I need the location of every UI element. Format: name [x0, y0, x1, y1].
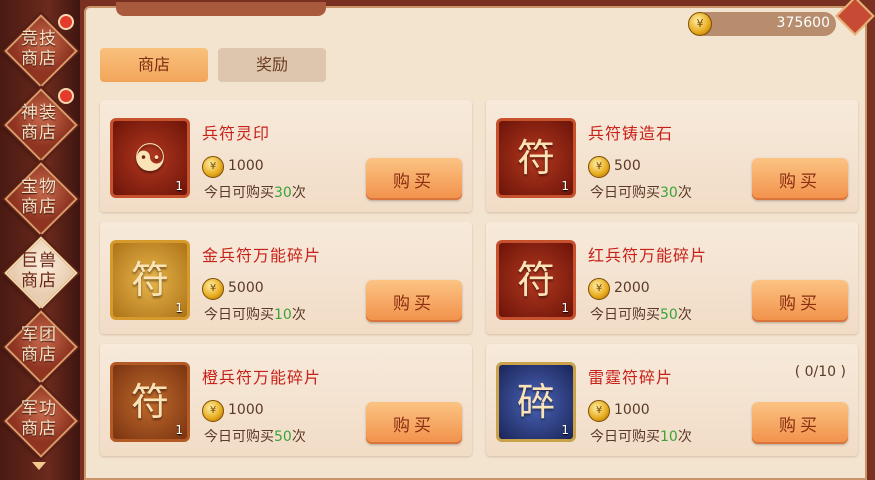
nav-label: 军团 商店: [21, 325, 57, 365]
limit-suffix: 次: [291, 307, 306, 323]
nav-label: 神装 商店: [21, 103, 57, 143]
item-count: 1: [175, 423, 183, 437]
limit-suffix: 次: [677, 429, 692, 445]
item-price: 5000: [228, 280, 264, 296]
purchase-limit: 今日可购买50次: [204, 426, 306, 446]
item-name: 金兵符万能碎片: [202, 246, 322, 265]
shop-item-card: ☯ 1 兵符灵印 ¥ 1000 今日可购买30次 购买: [100, 100, 472, 212]
limit-number: 50: [660, 307, 678, 323]
limit-prefix: 今日可购买: [590, 429, 660, 445]
purchase-limit: 今日可购买10次: [590, 426, 692, 446]
currency-display: ¥ 375600: [688, 12, 836, 36]
limit-prefix: 今日可购买: [590, 185, 660, 201]
limit-prefix: 今日可购买: [204, 429, 274, 445]
limit-number: 50: [274, 429, 292, 445]
item-count: 1: [175, 179, 183, 193]
shop-item-card: 符 1 橙兵符万能碎片 ¥ 1000 今日可购买50次 购买: [100, 344, 472, 456]
nav-arena-shop[interactable]: 竞技 商店: [4, 14, 78, 88]
item-name: 雷霆符碎片: [588, 368, 674, 387]
shop-category-sidebar: 竞技 商店 神装 商店 宝物 商店 巨兽 商店 军团 商店 军功 商店: [0, 0, 80, 480]
orange-fragment-icon[interactable]: 符 1: [110, 362, 190, 442]
buy-button[interactable]: 购买: [752, 158, 848, 200]
shop-item-card: 符 1 金兵符万能碎片 ¥ 5000 今日可购买10次 购买: [100, 222, 472, 334]
item-name: 兵符灵印: [202, 124, 271, 143]
item-price: 1000: [228, 158, 264, 174]
tab-rewards[interactable]: 奖励: [218, 48, 326, 82]
red-fragment-icon[interactable]: 符 1: [496, 240, 576, 320]
purchase-limit: 今日可购买10次: [204, 304, 306, 324]
item-price: 2000: [614, 280, 650, 296]
nav-merit-shop[interactable]: 军功 商店: [4, 384, 78, 458]
currency-amount: 375600: [776, 15, 830, 31]
item-name: 橙兵符万能碎片: [202, 368, 322, 387]
limit-number: 30: [660, 185, 678, 201]
gold-coin-icon: ¥: [202, 400, 224, 422]
item-price: 1000: [614, 402, 650, 418]
limit-prefix: 今日可购买: [204, 185, 274, 201]
corner-ornament-icon: [835, 0, 875, 36]
limit-prefix: 今日可购买: [590, 307, 660, 323]
item-price: 1000: [228, 402, 264, 418]
limit-number: 30: [274, 185, 292, 201]
buy-button[interactable]: 购买: [366, 158, 462, 200]
shop-item-card: 碎 1 雷霆符碎片 ( 0/10 ) ¥ 1000 今日可购买10次 购买: [486, 344, 858, 456]
thunder-beast-fragment-icon[interactable]: 碎 1: [496, 362, 576, 442]
limit-suffix: 次: [677, 185, 692, 201]
tab-shop[interactable]: 商店: [100, 48, 208, 82]
purchase-limit: 今日可购买30次: [590, 182, 692, 202]
notification-dot: [58, 88, 74, 104]
gold-coin-icon: ¥: [202, 156, 224, 178]
shop-item-card: 符 1 兵符铸造石 ¥ 500 今日可购买30次 购买: [486, 100, 858, 212]
limit-suffix: 次: [291, 185, 306, 201]
nav-equipment-shop[interactable]: 神装 商店: [4, 88, 78, 162]
shop-panel: ¥ 375600 商店 奖励 ☯ 1 兵符灵印 ¥ 1000 今日可购买30次 …: [80, 0, 875, 480]
purchase-limit: 今日可购买30次: [204, 182, 306, 202]
shop-item-card: 符 1 红兵符万能碎片 ¥ 2000 今日可购买50次 购买: [486, 222, 858, 334]
item-count: 1: [561, 301, 569, 315]
buy-button[interactable]: 购买: [752, 402, 848, 444]
item-count: 1: [561, 179, 569, 193]
jade-seal-icon[interactable]: ☯ 1: [110, 118, 190, 198]
nav-legion-shop[interactable]: 军团 商店: [4, 310, 78, 384]
limit-prefix: 今日可购买: [204, 307, 274, 323]
nav-beast-shop[interactable]: 巨兽 商店: [4, 236, 78, 310]
shop-panel-body: ¥ 375600 商店 奖励 ☯ 1 兵符灵印 ¥ 1000 今日可购买30次 …: [84, 0, 875, 480]
buy-button[interactable]: 购买: [366, 280, 462, 322]
item-count: 1: [561, 423, 569, 437]
item-name: 兵符铸造石: [588, 124, 674, 143]
buy-button[interactable]: 购买: [752, 280, 848, 322]
limit-suffix: 次: [291, 429, 306, 445]
limit-suffix: 次: [677, 307, 692, 323]
notification-dot: [58, 14, 74, 30]
forging-stone-icon[interactable]: 符 1: [496, 118, 576, 198]
item-count: 1: [175, 301, 183, 315]
item-price: 500: [614, 158, 641, 174]
nav-label: 宝物 商店: [21, 177, 57, 217]
fragment-progress: ( 0/10 ): [794, 364, 846, 380]
limit-number: 10: [274, 307, 292, 323]
gold-coin-icon: ¥: [202, 278, 224, 300]
nav-label: 军功 商店: [21, 399, 57, 439]
nav-treasure-shop[interactable]: 宝物 商店: [4, 162, 78, 236]
limit-number: 10: [660, 429, 678, 445]
purchase-limit: 今日可购买50次: [590, 304, 692, 324]
item-name: 红兵符万能碎片: [588, 246, 708, 265]
gold-coin-icon: ¥: [688, 12, 712, 36]
scroll-down-arrow-icon[interactable]: [32, 462, 46, 470]
nav-label: 竞技 商店: [21, 29, 57, 69]
buy-button[interactable]: 购买: [366, 402, 462, 444]
gold-coin-icon: ¥: [588, 156, 610, 178]
gold-coin-icon: ¥: [588, 278, 610, 300]
nav-label: 巨兽 商店: [21, 251, 57, 291]
gold-coin-icon: ¥: [588, 400, 610, 422]
gold-fragment-icon[interactable]: 符 1: [110, 240, 190, 320]
title-band: [116, 2, 326, 16]
